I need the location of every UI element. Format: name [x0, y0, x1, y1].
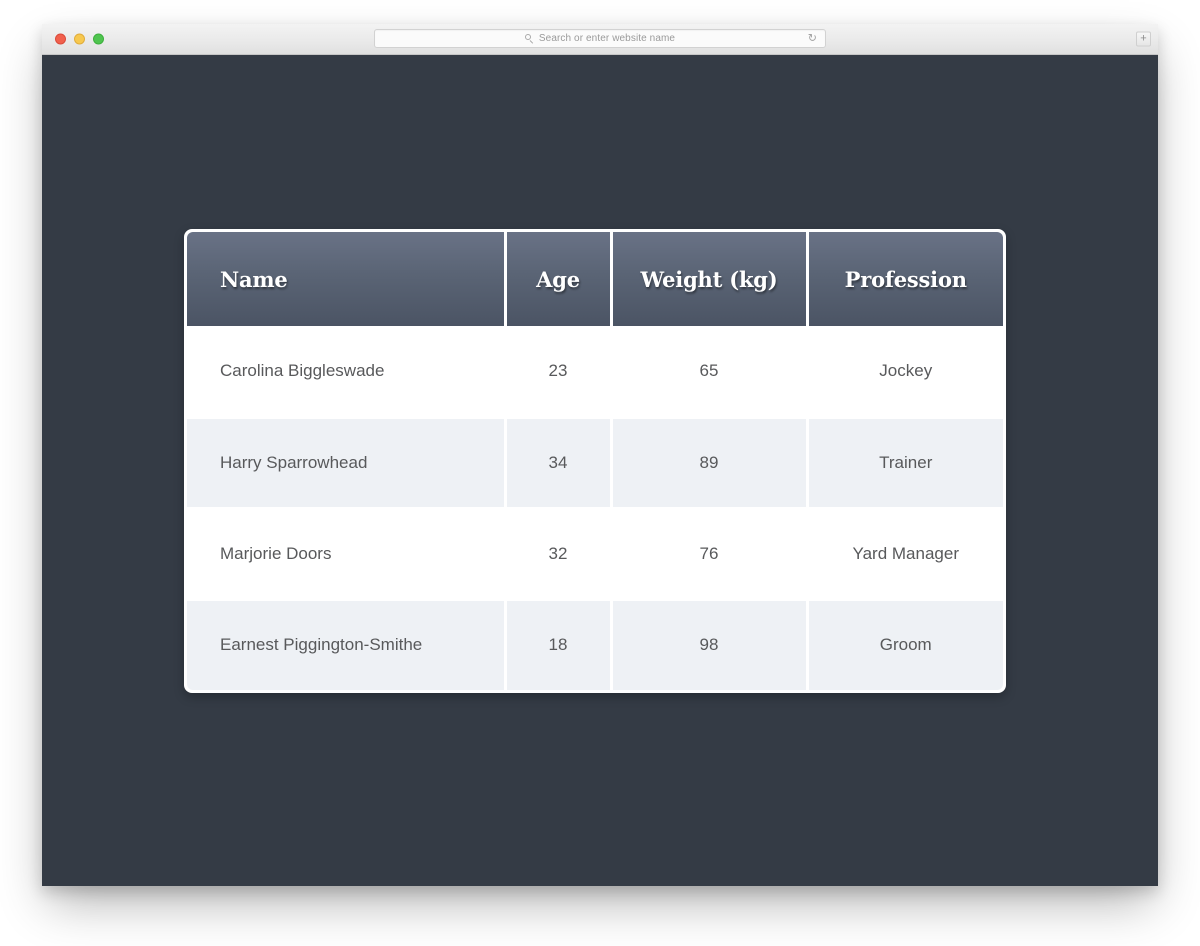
cell-age: 23	[505, 326, 613, 417]
reload-icon[interactable]: ↻	[808, 33, 817, 44]
cell-weight: 89	[611, 415, 809, 508]
cell-name: Carolina Biggleswade	[187, 326, 507, 417]
cell-profession: Groom	[807, 597, 1003, 690]
browser-window: Search or enter website name ↻ + Name Ag…	[42, 24, 1158, 886]
close-window-button[interactable]	[55, 33, 66, 45]
column-header-age[interactable]: Age	[505, 232, 613, 326]
address-bar-placeholder: Search or enter website name	[538, 33, 676, 44]
window-traffic-lights	[55, 33, 104, 45]
minimize-window-button[interactable]	[74, 33, 85, 45]
table-body: Carolina Biggleswade 23 65 Jockey Harry …	[187, 326, 1003, 690]
cell-profession: Trainer	[807, 415, 1003, 508]
table-row[interactable]: Earnest Piggington-Smithe 18 98 Groom	[187, 597, 1003, 690]
table-header-row: Name Age Weight (kg) Profession	[187, 232, 1003, 326]
column-header-profession[interactable]: Profession	[807, 232, 1003, 326]
cell-name: Harry Sparrowhead	[187, 415, 507, 508]
table-row[interactable]: Harry Sparrowhead 34 89 Trainer	[187, 415, 1003, 508]
page-canvas: Search or enter website name ↻ + Name Ag…	[0, 0, 1200, 946]
cell-name: Earnest Piggington-Smithe	[187, 597, 507, 690]
maximize-window-button[interactable]	[93, 33, 104, 45]
cell-weight: 98	[611, 597, 809, 690]
new-tab-button[interactable]: +	[1136, 31, 1151, 47]
table-row[interactable]: Marjorie Doors 32 76 Yard Manager	[187, 506, 1003, 599]
cell-profession: Yard Manager	[807, 506, 1003, 599]
search-icon	[524, 34, 534, 43]
column-header-weight[interactable]: Weight (kg)	[611, 232, 809, 326]
cell-profession: Jockey	[807, 326, 1003, 417]
address-bar[interactable]: Search or enter website name ↻	[374, 29, 826, 48]
people-table: Name Age Weight (kg) Profession Carolina…	[187, 232, 1003, 690]
cell-weight: 76	[611, 506, 809, 599]
cell-age: 32	[505, 506, 613, 599]
browser-viewport: Name Age Weight (kg) Profession Carolina…	[42, 55, 1158, 886]
data-table-card: Name Age Weight (kg) Profession Carolina…	[184, 229, 1006, 693]
column-header-name[interactable]: Name	[187, 232, 507, 326]
cell-age: 18	[505, 597, 613, 690]
cell-name: Marjorie Doors	[187, 506, 507, 599]
table-header: Name Age Weight (kg) Profession	[187, 232, 1003, 326]
cell-weight: 65	[611, 326, 809, 417]
table-row[interactable]: Carolina Biggleswade 23 65 Jockey	[187, 326, 1003, 417]
browser-chrome-bar: Search or enter website name ↻ +	[42, 24, 1158, 55]
address-bar-content: Search or enter website name	[524, 33, 676, 44]
cell-age: 34	[505, 415, 613, 508]
